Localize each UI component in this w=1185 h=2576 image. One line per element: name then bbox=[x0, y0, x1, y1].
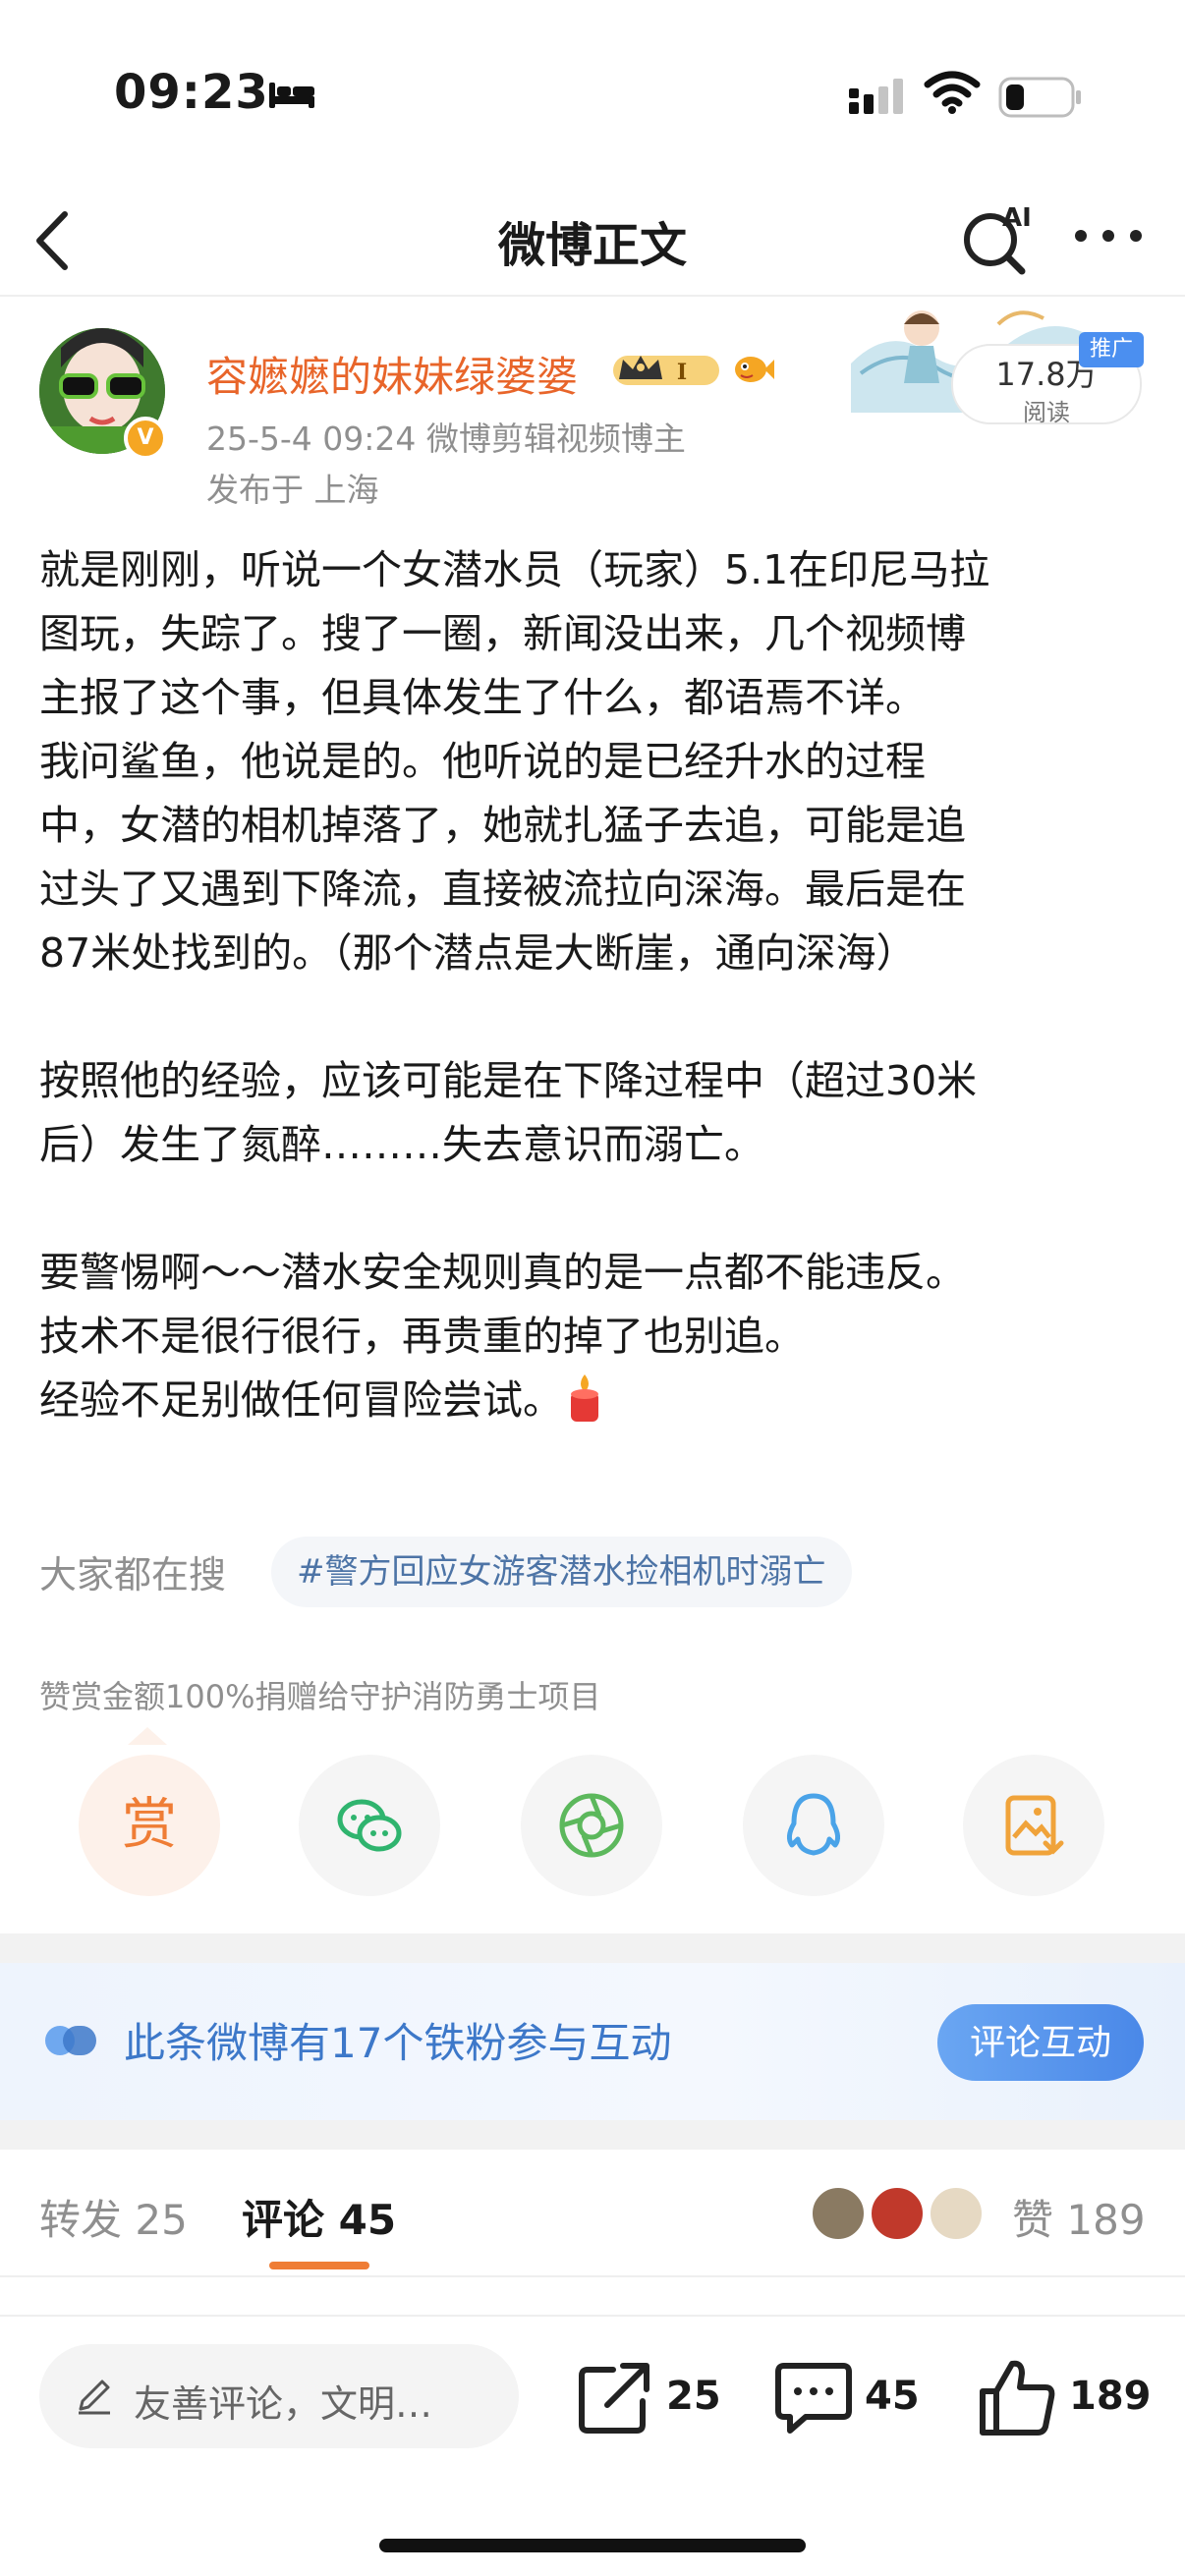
comment-bubble-icon bbox=[775, 2363, 852, 2434]
comment-count: 45 bbox=[865, 2374, 920, 2419]
fish-icon bbox=[735, 357, 774, 382]
post-line: 后）发生了氮醉………失去意识而溺亡。 bbox=[39, 1121, 764, 1168]
fan-interaction-bar: 此条微博有17个铁粉参与互动 评论互动 bbox=[0, 1963, 1185, 2120]
liker-avatar[interactable] bbox=[869, 2185, 926, 2242]
post-line: 经验不足别做任何冒险尝试。 bbox=[39, 1376, 563, 1424]
reward-pointer-icon bbox=[128, 1727, 167, 1745]
moments-aperture-icon bbox=[559, 1793, 624, 1858]
home-indicator[interactable] bbox=[379, 2539, 806, 2552]
candle-emoji-icon bbox=[571, 1374, 598, 1422]
post-meta: 25-5-4 09:24 微博剪辑视频博主 bbox=[206, 420, 686, 458]
share-qq-button[interactable] bbox=[743, 1755, 884, 1896]
section-gap bbox=[0, 1933, 1185, 1963]
status-time: 09:23 bbox=[114, 65, 269, 120]
post-line: 就是刚刚，听说一个女潜水员（玩家）5.1在印尼马拉 bbox=[39, 546, 990, 593]
active-tab-indicator bbox=[269, 2262, 369, 2269]
comment-placeholder: 友善评论，文明… bbox=[134, 2382, 433, 2426]
thumbs-up-icon bbox=[980, 2360, 1055, 2436]
hot-search-label: 大家都在搜 bbox=[39, 1553, 227, 1596]
iron-fan-icon bbox=[45, 2026, 96, 2055]
post-line: 中，女潜的相机掉落了，她就扎猛子去追，可能是追 bbox=[39, 802, 966, 849]
liker-avatar[interactable] bbox=[810, 2185, 867, 2242]
post-location: 发布于 上海 bbox=[206, 471, 379, 509]
verified-badge: V bbox=[124, 417, 167, 460]
wechat-icon bbox=[337, 1799, 402, 1852]
vip-crown-badge-icon[interactable]: I bbox=[611, 350, 721, 391]
vip-level: I bbox=[677, 360, 687, 385]
reward-note: 赞赏金额100%捐赠给守护消防勇士项目 bbox=[39, 1678, 601, 1715]
post-line: 我问鲨鱼，他说是的。他听说的是已经升水的过程 bbox=[39, 738, 926, 785]
post-line: 按照他的经验，应该可能是在下降过程中（超过30米 bbox=[39, 1057, 978, 1104]
like-count: 189 bbox=[1069, 2374, 1152, 2419]
promo-tag: 推广 bbox=[1079, 332, 1144, 367]
post-line: 技术不是很行很行，再贵重的掉了也别追。 bbox=[39, 1313, 805, 1360]
tabs-divider bbox=[0, 2275, 1185, 2277]
post-line: 要警惕啊～～潜水安全规则真的是一点都不能违反。 bbox=[39, 1249, 966, 1296]
section-gap bbox=[0, 2120, 1185, 2150]
post-line: 过头了又遇到下降流，直接被流拉向深海。最后是在 bbox=[39, 866, 966, 913]
tab-comments[interactable]: 评论 45 bbox=[242, 2187, 396, 2247]
cellular-signal-icon bbox=[849, 79, 903, 114]
ai-search-icon[interactable]: AI bbox=[959, 198, 1040, 277]
pen-icon bbox=[79, 2380, 110, 2415]
save-image-button[interactable] bbox=[963, 1755, 1104, 1896]
author-name[interactable]: 容嬷嬷的妹妹绿婆婆 bbox=[206, 344, 578, 404]
read-label: 阅读 bbox=[1023, 399, 1070, 426]
status-bar: 09:23 bbox=[0, 0, 1185, 187]
more-options-icon[interactable] bbox=[1073, 226, 1144, 246]
tab-reposts[interactable]: 转发 25 bbox=[39, 2187, 188, 2247]
post-line: 87米处找到的。（那个潜点是大断崖，通向深海） bbox=[39, 929, 917, 977]
repost-share-icon bbox=[579, 2363, 649, 2434]
comment-interact-button[interactable]: 评论互动 bbox=[937, 2004, 1144, 2081]
post-line: 图玩，失踪了。搜了一圈，新闻没出来，几个视频博 bbox=[39, 610, 966, 657]
comment-input[interactable]: 友善评论，文明… bbox=[39, 2344, 519, 2448]
reward-label: 赏 bbox=[122, 1793, 177, 1857]
save-image-icon bbox=[1005, 1795, 1064, 1856]
liker-avatar[interactable] bbox=[928, 2185, 985, 2242]
post-line-last: 经验不足别做任何冒险尝试。 bbox=[39, 1369, 1150, 1432]
qq-penguin-icon bbox=[786, 1793, 841, 1856]
share-moments-button[interactable] bbox=[521, 1755, 662, 1896]
wifi-icon bbox=[924, 71, 981, 114]
sleep-bed-icon bbox=[269, 83, 314, 108]
nav-bar: 微博正文 AI bbox=[0, 187, 1185, 295]
post-body: 就是刚刚，听说一个女潜水员（玩家）5.1在印尼马拉 图玩，失踪了。搜了一圈，新闻… bbox=[39, 538, 1150, 1432]
fan-interaction-text: 此条微博有17个铁粉参与互动 bbox=[124, 2019, 672, 2067]
ai-label: AI bbox=[1002, 203, 1032, 233]
battery-icon bbox=[998, 77, 1081, 118]
bottom-divider bbox=[0, 2315, 1185, 2317]
share-wechat-button[interactable] bbox=[299, 1755, 440, 1896]
tab-likes[interactable]: 赞 189 bbox=[1012, 2187, 1146, 2247]
repost-count: 25 bbox=[666, 2374, 721, 2419]
reward-button[interactable]: 赏 bbox=[79, 1755, 220, 1896]
post-line: 主报了这个事，但具体发生了什么，都语焉不详。 bbox=[39, 674, 926, 721]
hot-topic-chip[interactable]: #警方回应女游客潜水捡相机时溺亡 bbox=[271, 1537, 852, 1607]
